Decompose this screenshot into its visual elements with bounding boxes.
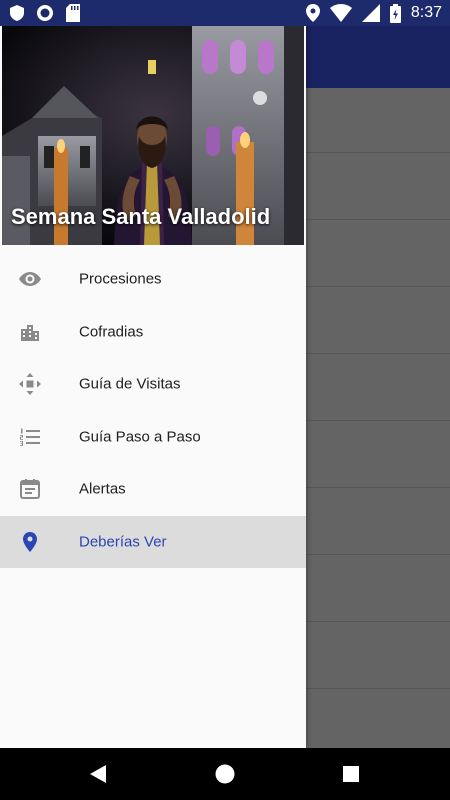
wifi-icon <box>329 4 352 22</box>
menu-item-label: Guía Paso a Paso <box>79 428 201 446</box>
menu-item-label: Cofradias <box>79 323 144 341</box>
menu-item-label: Guía de Visitas <box>79 375 181 393</box>
shield-icon <box>10 5 24 21</box>
recents-icon[interactable] <box>339 762 363 786</box>
menu-item-deberias-ver[interactable]: Deberías Ver <box>0 515 306 568</box>
menu-item-guia-de-visitas[interactable]: Guía de Visitas <box>0 358 306 411</box>
navigation-bar <box>0 748 450 800</box>
background-divider <box>306 621 450 622</box>
location-icon <box>305 4 320 22</box>
menu-item-label: Deberías Ver <box>79 533 167 551</box>
background-divider <box>306 420 450 421</box>
numbered-list-icon <box>20 428 40 446</box>
drawer-header-title: Semana Santa Valladolid <box>11 204 271 229</box>
background-divider <box>306 219 450 220</box>
move-arrows-icon <box>19 373 41 396</box>
calendar-icon <box>20 479 40 500</box>
signal-icon <box>361 4 380 22</box>
menu-item-label: Alertas <box>79 480 126 498</box>
eye-icon <box>19 272 41 287</box>
sync-icon <box>37 5 53 21</box>
background-divider <box>306 286 450 287</box>
status-time: 8:37 <box>410 4 442 21</box>
home-icon[interactable] <box>213 762 237 786</box>
menu-item-cofradias[interactable]: Cofradias <box>0 306 306 359</box>
background-divider <box>306 688 450 689</box>
sd-card-icon <box>66 4 80 22</box>
background-divider <box>306 152 450 153</box>
background-divider <box>306 487 450 488</box>
drawer-header: Semana Santa Valladolid <box>2 26 304 245</box>
background-divider <box>306 554 450 555</box>
menu-item-label: Procesiones <box>79 270 162 288</box>
menu-item-guia-paso-a-paso[interactable]: Guía Paso a Paso <box>0 411 306 464</box>
navigation-drawer: Semana Santa Valladolid Procesiones Cofr… <box>0 26 306 748</box>
battery-icon <box>389 3 401 23</box>
back-icon[interactable] <box>86 762 110 786</box>
status-bar: 8:37 <box>0 0 450 26</box>
background-divider <box>306 353 450 354</box>
menu-item-alertas[interactable]: Alertas <box>0 463 306 516</box>
drawer-menu: Procesiones Cofradias Guía de Visitas Gu… <box>0 253 306 568</box>
place-icon <box>23 531 37 552</box>
menu-item-procesiones[interactable]: Procesiones <box>0 253 306 306</box>
buildings-icon <box>21 324 39 341</box>
